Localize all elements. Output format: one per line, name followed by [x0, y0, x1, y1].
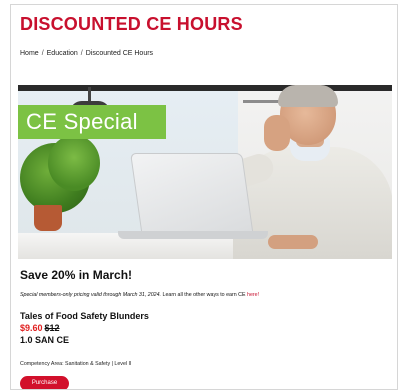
- competency-area: Competency Area: Sanitation & Safety | L…: [20, 361, 132, 367]
- course-credits: 1.0 SAN CE: [20, 335, 70, 345]
- breadcrumb-education[interactable]: Education: [47, 50, 78, 57]
- page-title: DISCOUNTED CE HOURS: [20, 14, 243, 34]
- hero-top-edge: [18, 85, 392, 91]
- promo-note: Special members-only pricing valid throu…: [20, 292, 259, 298]
- laptop-base: [118, 231, 268, 239]
- page-frame: DISCOUNTED CE HOURS Home / Education / Disco…: [10, 4, 398, 390]
- promo-heading: Save 20% in March!: [20, 268, 133, 282]
- earn-ce-link[interactable]: here!: [247, 292, 259, 298]
- hero-banner-image: CE Special: [18, 85, 392, 259]
- ce-special-banner: CE Special: [18, 105, 166, 139]
- person-hand: [264, 115, 290, 151]
- purchase-button[interactable]: Purchase: [20, 376, 69, 389]
- plant-foliage-top: [48, 135, 100, 191]
- promo-note-validity: Special members-only pricing valid throu…: [20, 292, 162, 298]
- laptop-screen: [130, 153, 254, 237]
- breadcrumb-separator: /: [80, 50, 83, 57]
- course-price: $9.60 $12: [20, 323, 60, 333]
- promo-note-text: Learn all the other ways to earn CE: [161, 292, 248, 298]
- sale-price: $9.60: [20, 323, 43, 333]
- breadcrumb-separator: /: [41, 50, 44, 57]
- course-title: Tales of Food Safety Blunders: [20, 311, 149, 321]
- original-price: $12: [44, 323, 60, 333]
- breadcrumb-current: Discounted CE Hours: [85, 50, 154, 57]
- person-hair: [278, 85, 338, 107]
- plant-pot: [34, 205, 62, 231]
- breadcrumb-home[interactable]: Home: [20, 50, 39, 57]
- breadcrumb: Home / Education / Discounted CE Hours: [20, 50, 153, 57]
- person-hand-keyboard: [268, 235, 318, 249]
